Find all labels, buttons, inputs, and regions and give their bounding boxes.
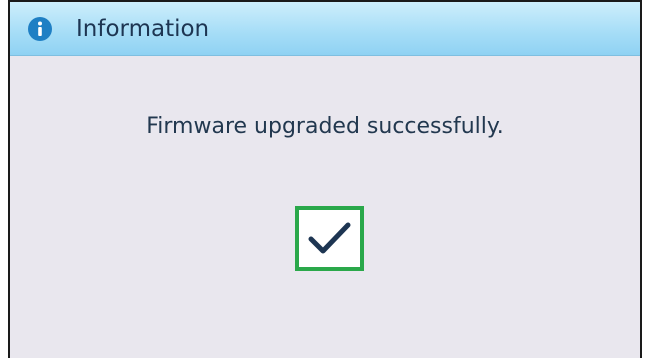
dialog-header: Information	[10, 2, 640, 56]
status-message: Firmware upgraded successfully.	[146, 114, 504, 139]
information-dialog: Information Firmware upgraded successful…	[8, 0, 642, 358]
info-icon	[28, 17, 52, 41]
dialog-title: Information	[76, 16, 210, 42]
checkmark-icon	[308, 222, 351, 254]
confirm-button[interactable]	[295, 206, 364, 271]
